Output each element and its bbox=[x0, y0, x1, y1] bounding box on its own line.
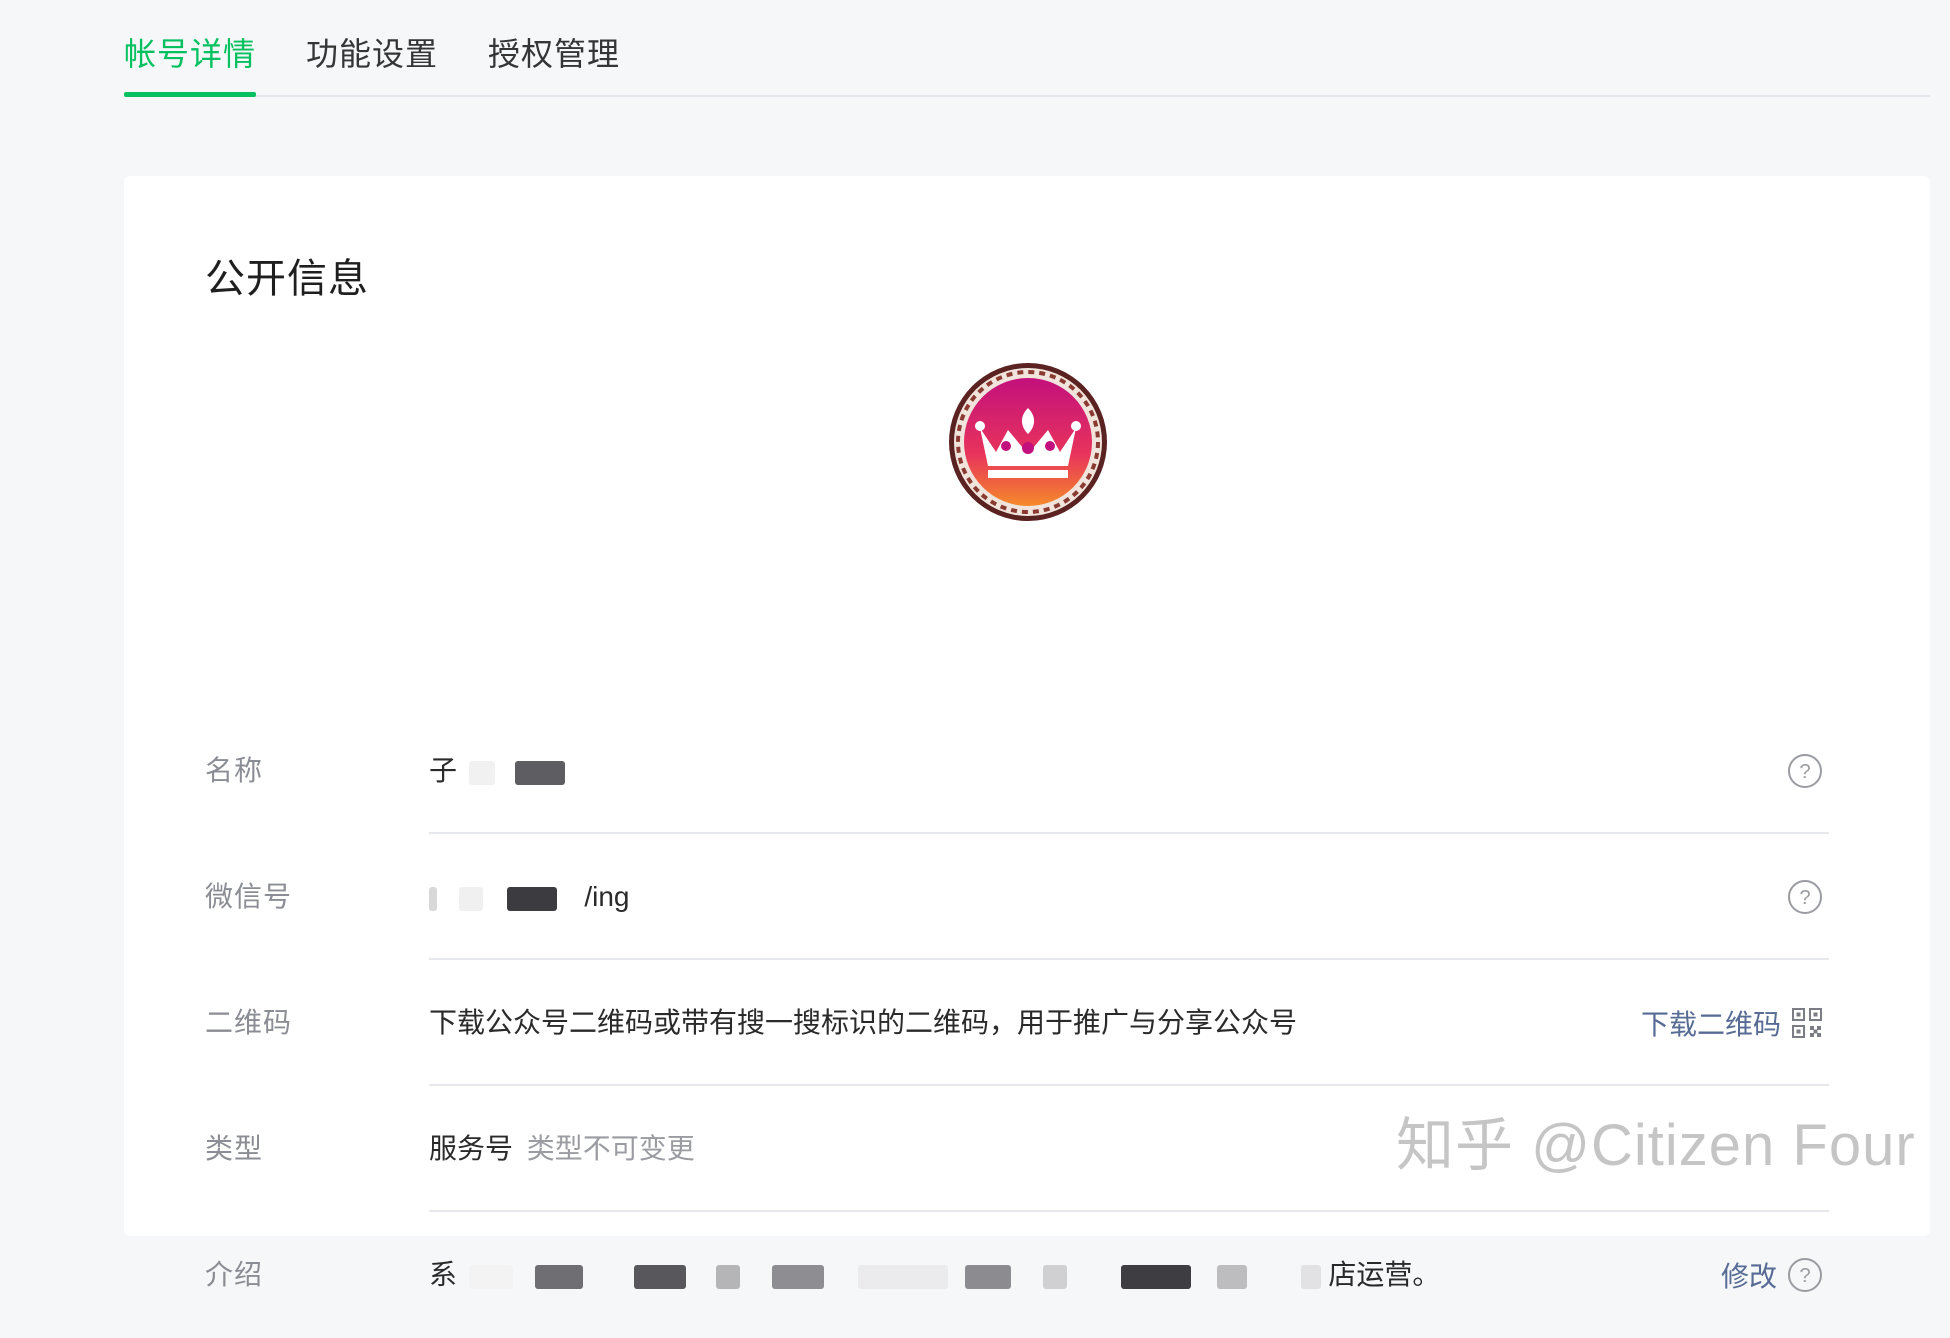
help-icon[interactable]: ? bbox=[1787, 1257, 1823, 1293]
redacted-block bbox=[965, 1264, 1012, 1289]
redacted-block bbox=[1043, 1264, 1068, 1289]
type-label: 类型 bbox=[205, 1133, 264, 1164]
name-value: 子 bbox=[429, 708, 565, 834]
tab-bar: 帐号详情 功能设置 授权管理 bbox=[124, 0, 1930, 97]
name-value-prefix: 子 bbox=[429, 755, 458, 786]
edit-intro-link[interactable]: 修改 bbox=[1721, 1255, 1777, 1295]
redacted-block bbox=[1300, 1264, 1321, 1289]
wechat-id-label: 微信号 bbox=[205, 881, 293, 912]
redacted-block bbox=[1121, 1264, 1192, 1289]
type-note: 类型不可变更 bbox=[526, 1133, 695, 1164]
svg-text:?: ? bbox=[1799, 1265, 1810, 1287]
redacted-block bbox=[1216, 1264, 1247, 1289]
wechat-id-value: /ing bbox=[429, 834, 630, 960]
redacted-block bbox=[468, 760, 495, 785]
public-info-card: 公开信息 名称 子 ? 微信号 /ing ? 二维码 下载公众号二维码或带有搜一… bbox=[124, 176, 1930, 1292]
redacted-block bbox=[857, 1264, 948, 1289]
wechat-id-suffix: /ing bbox=[584, 881, 630, 912]
qrcode-icon bbox=[1792, 1008, 1822, 1038]
type-value-text: 服务号 bbox=[429, 1133, 514, 1164]
intro-value-suffix: 店运营。 bbox=[1328, 1259, 1441, 1290]
svg-text:?: ? bbox=[1799, 887, 1810, 909]
section-title: 公开信息 bbox=[205, 257, 369, 301]
redacted-block bbox=[716, 1264, 741, 1289]
redacted-block bbox=[534, 1264, 583, 1289]
row-intro: 介绍 系 店运营。 修改 ? bbox=[205, 1212, 1829, 1338]
intro-value-prefix: 系 bbox=[429, 1259, 458, 1290]
intro-value: 系 店运营。 bbox=[429, 1212, 1440, 1338]
intro-edit: 修改 ? bbox=[1721, 1212, 1823, 1338]
tab-account-details[interactable]: 帐号详情 bbox=[124, 29, 257, 97]
redacted-block bbox=[771, 1264, 824, 1289]
qrcode-label: 二维码 bbox=[205, 1007, 293, 1038]
redacted-block bbox=[458, 886, 483, 911]
redacted-block bbox=[634, 1264, 687, 1289]
qrcode-description: 下载公众号二维码或带有搜一搜标识的二维码，用于推广与分享公众号 bbox=[429, 1007, 1298, 1038]
help-icon[interactable]: ? bbox=[1787, 879, 1823, 915]
tab-function-settings[interactable]: 功能设置 bbox=[306, 29, 438, 95]
redacted-block bbox=[506, 886, 557, 911]
help-icon[interactable]: ? bbox=[1787, 753, 1823, 789]
redacted-block bbox=[514, 760, 565, 785]
name-label: 名称 bbox=[205, 755, 264, 786]
row-name: 名称 子 ? bbox=[205, 708, 1829, 834]
tab-authorization-management[interactable]: 授权管理 bbox=[488, 29, 620, 95]
type-value: 服务号 类型不可变更 bbox=[429, 1086, 695, 1212]
redacted-block bbox=[468, 1264, 513, 1289]
intro-label: 介绍 bbox=[205, 1259, 264, 1290]
svg-text:?: ? bbox=[1799, 761, 1810, 783]
account-avatar bbox=[949, 363, 1107, 521]
redacted-block bbox=[429, 886, 437, 911]
download-qrcode-link[interactable]: 下载二维码 bbox=[1641, 960, 1823, 1086]
row-wechat-id: 微信号 /ing ? bbox=[205, 834, 1829, 960]
row-qrcode: 二维码 下载公众号二维码或带有搜一搜标识的二维码，用于推广与分享公众号 下载二维… bbox=[205, 960, 1829, 1086]
row-type: 类型 服务号 类型不可变更 bbox=[205, 1086, 1829, 1212]
download-qrcode-label: 下载二维码 bbox=[1640, 1009, 1781, 1040]
